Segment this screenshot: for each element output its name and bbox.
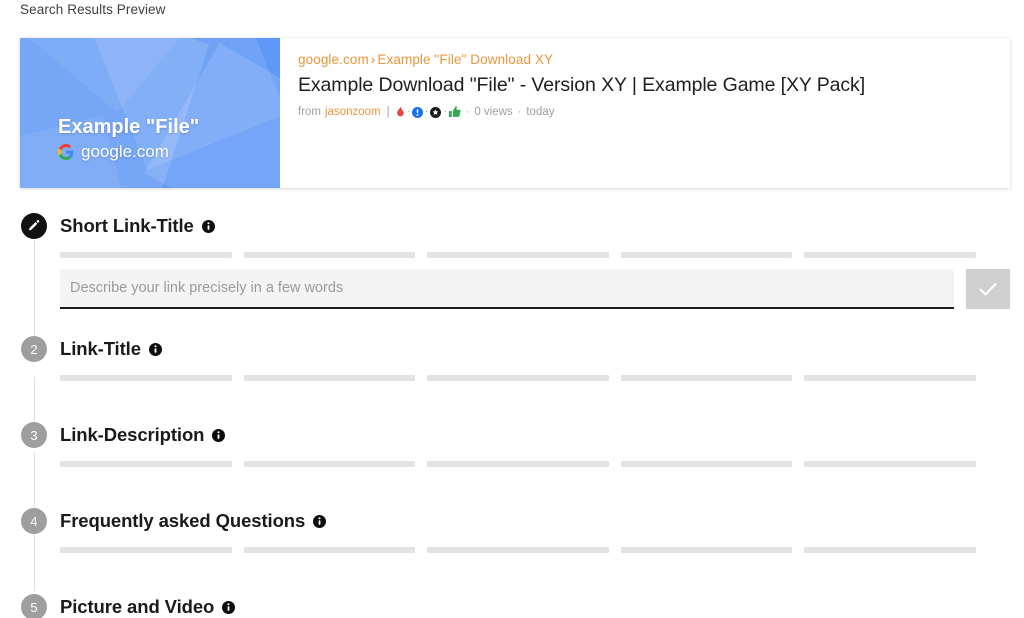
input-wrapper[interactable]: 0 xyxy=(60,269,954,309)
skeleton-bar xyxy=(243,461,416,467)
skeleton-bar xyxy=(804,375,977,381)
step-header[interactable]: 4 Frequently asked Questions xyxy=(0,505,1024,537)
thumbnail-domain-row: google.com xyxy=(58,142,199,162)
step-header[interactable]: 2 Link-Title xyxy=(0,333,1024,365)
result-body: google.com › Example "File" Download XY Ex… xyxy=(280,38,1010,188)
thumbnail-domain: google.com xyxy=(81,142,169,161)
step-title: Picture and Video xyxy=(60,596,236,618)
pencil-edit-icon[interactable] xyxy=(21,213,47,239)
meta-dot: · xyxy=(443,106,447,117)
thumbnail-overlay xyxy=(20,38,280,188)
info-icon[interactable] xyxy=(212,428,226,442)
steps-list: Short Link-Title 0 xyxy=(0,204,1024,618)
step-number-badge[interactable]: 2 xyxy=(21,336,47,362)
info-badge-icon xyxy=(411,106,423,118)
info-icon[interactable] xyxy=(313,514,327,528)
search-result-preview-card[interactable]: Example "File" google.com google.com › E… xyxy=(20,38,1010,188)
meta-dot: · xyxy=(465,106,470,118)
step-header[interactable]: 3 Link-Description xyxy=(0,419,1024,451)
result-breadcrumb[interactable]: google.com › Example "File" Download XY xyxy=(298,52,994,67)
step-link-title[interactable]: 2 Link-Title xyxy=(0,333,1024,381)
info-icon[interactable] xyxy=(201,219,215,233)
skeleton-bar xyxy=(620,547,793,553)
skeleton-bar xyxy=(620,252,793,258)
step-short-link-title[interactable]: Short Link-Title 0 xyxy=(0,204,1024,309)
skeleton-row xyxy=(0,461,1024,467)
step-title-text: Short Link-Title xyxy=(60,215,194,236)
skeleton-bar xyxy=(427,252,609,258)
step-title-text: Frequently asked Questions xyxy=(60,510,306,531)
short-link-title-input[interactable] xyxy=(60,269,954,307)
thumbs-up-icon xyxy=(448,106,461,118)
meta-dot: · xyxy=(517,106,522,118)
step-picture-and-video[interactable]: 5 Picture and Video xyxy=(0,591,1024,618)
step-title: Short Link-Title xyxy=(60,215,215,237)
skeleton-bar xyxy=(427,375,609,381)
star-circle-icon xyxy=(430,106,442,118)
char-counter: 0 xyxy=(940,278,946,289)
step-link-description[interactable]: 3 Link-Description xyxy=(0,419,1024,467)
skeleton-bar xyxy=(427,547,609,553)
step-frequently-asked-questions[interactable]: 4 Frequently asked Questions xyxy=(0,505,1024,553)
skeleton-bar xyxy=(60,461,232,467)
confirm-button[interactable] xyxy=(966,269,1010,309)
step-number-badge[interactable]: 5 xyxy=(21,594,47,618)
step-number-badge[interactable]: 3 xyxy=(21,422,47,448)
skeleton-bar xyxy=(620,375,793,381)
search-results-preview-page: Search Results Preview Example "File" go… xyxy=(0,0,1024,618)
skeleton-bar xyxy=(427,461,609,467)
meta-views: 0 views xyxy=(474,106,513,118)
thumbnail-title: Example "File" xyxy=(58,116,200,138)
step-title: Frequently asked Questions xyxy=(60,510,327,532)
breadcrumb-domain: google.com xyxy=(298,52,369,67)
skeleton-row xyxy=(0,375,1024,381)
meta-icon-group: · · · xyxy=(396,106,461,118)
step-title: Link-Description xyxy=(60,424,226,446)
meta-date: today xyxy=(526,106,555,118)
page-title: Search Results Preview xyxy=(20,2,166,17)
step-number-badge[interactable]: 4 xyxy=(21,508,47,534)
short-link-title-input-row[interactable]: 0 xyxy=(0,269,1024,309)
meta-author-link[interactable]: jasonzoom xyxy=(325,106,381,118)
skeleton-bar xyxy=(243,375,416,381)
result-thumbnail[interactable]: Example "File" google.com xyxy=(20,38,280,188)
fire-drop-icon xyxy=(396,106,405,118)
info-icon[interactable] xyxy=(148,342,162,356)
skeleton-row xyxy=(0,547,1024,553)
step-title-text: Picture and Video xyxy=(60,596,215,617)
step-title: Link-Title xyxy=(60,338,162,360)
info-icon[interactable] xyxy=(222,600,236,614)
skeleton-bar xyxy=(804,461,977,467)
meta-divider: | xyxy=(386,106,390,118)
result-meta: from jasonzoom | · · · · 0 views · today xyxy=(298,106,994,118)
step-title-text: Link-Description xyxy=(60,424,205,445)
breadcrumb-path: Example "File" Download XY xyxy=(377,52,554,67)
skeleton-bar xyxy=(60,547,232,553)
skeleton-bar xyxy=(804,252,977,258)
thumbnail-caption: Example "File" google.com xyxy=(58,116,199,162)
meta-dot: · xyxy=(406,106,410,117)
skeleton-row xyxy=(0,252,1024,258)
google-g-icon xyxy=(58,144,74,161)
step-header[interactable]: Short Link-Title xyxy=(0,210,1024,242)
meta-dot: · xyxy=(424,106,429,117)
skeleton-bar xyxy=(243,252,416,258)
checkmark-icon xyxy=(976,277,1000,301)
result-title-link[interactable]: Example Download "File" - Version XY | E… xyxy=(298,74,994,97)
skeleton-bar xyxy=(60,375,232,381)
skeleton-bar xyxy=(60,252,232,258)
skeleton-bar xyxy=(243,547,416,553)
step-header[interactable]: 5 Picture and Video xyxy=(0,591,1024,618)
skeleton-bar xyxy=(620,461,793,467)
step-title-text: Link-Title xyxy=(60,338,141,359)
meta-from-label: from xyxy=(298,106,321,118)
skeleton-bar xyxy=(804,547,977,553)
